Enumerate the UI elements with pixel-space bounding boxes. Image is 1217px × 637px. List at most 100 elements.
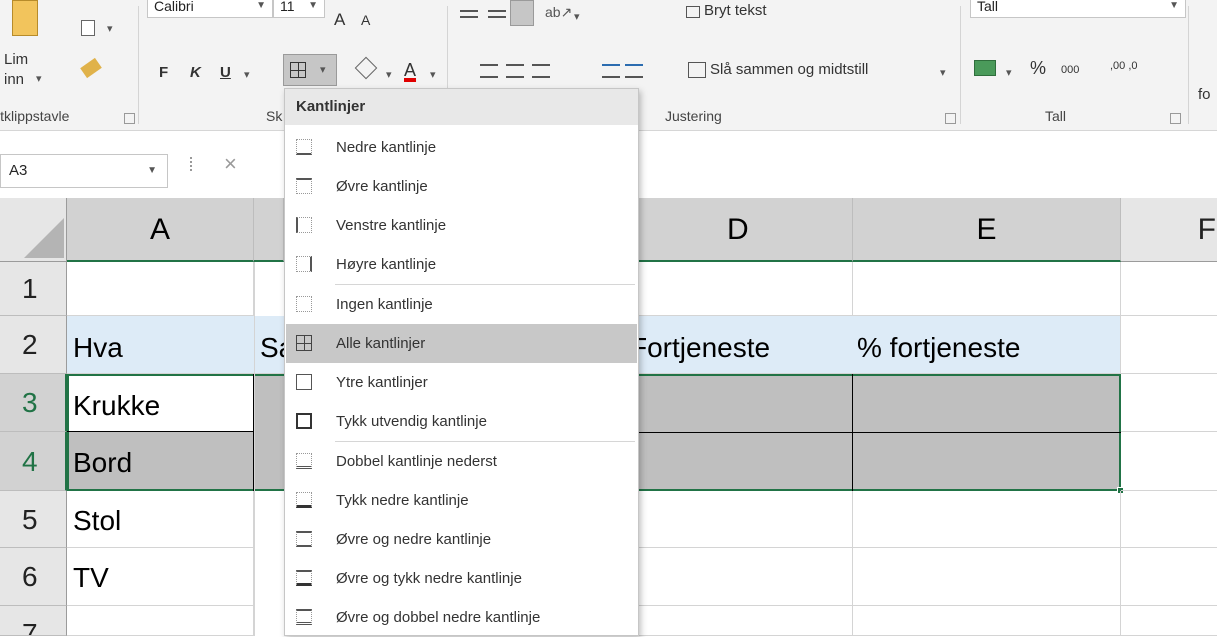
align-center-icon[interactable]: [506, 64, 524, 78]
orientation-dropdown-icon[interactable]: ▾: [574, 10, 580, 23]
menu-item-top-thick-bottom[interactable]: Øvre og tykk nedre kantlinje: [286, 559, 637, 598]
format-painter-icon[interactable]: [80, 57, 102, 79]
clipboard-launcher-icon[interactable]: [124, 113, 135, 124]
cell-d1[interactable]: [639, 262, 853, 316]
cell-e2[interactable]: % fortjeneste: [853, 316, 1121, 374]
column-header-f[interactable]: F: [1121, 198, 1217, 262]
row-header-1[interactable]: 1: [0, 262, 67, 316]
increase-indent-icon[interactable]: [625, 64, 643, 78]
wrap-text-button[interactable]: Bryt tekst: [704, 2, 767, 19]
bold-button[interactable]: F: [159, 64, 168, 81]
row-header-5[interactable]: 5: [0, 491, 67, 548]
top-align-icon[interactable]: [460, 10, 478, 18]
fill-color-icon[interactable]: [354, 56, 378, 80]
cell-e5[interactable]: [853, 491, 1121, 548]
cell-f2[interactable]: [1121, 316, 1217, 374]
cell-f3[interactable]: [1121, 374, 1217, 432]
merge-dropdown-icon[interactable]: ▾: [940, 66, 946, 79]
shrink-font-button[interactable]: A: [361, 12, 370, 28]
row-header-6[interactable]: 6: [0, 548, 67, 606]
bottom-align-icon[interactable]: [510, 0, 534, 26]
column-header-a[interactable]: A: [67, 198, 254, 262]
cell-e6[interactable]: [853, 548, 1121, 606]
cell-d7[interactable]: [639, 606, 853, 636]
all-borders-icon: [296, 335, 312, 351]
alignment-launcher-icon[interactable]: [945, 113, 956, 124]
cell-e1[interactable]: [853, 262, 1121, 316]
cell-d5[interactable]: [639, 491, 853, 548]
cell-d6[interactable]: [639, 548, 853, 606]
row-header-2[interactable]: 2: [0, 316, 67, 374]
font-color-button[interactable]: A: [404, 60, 416, 81]
align-left-icon[interactable]: [480, 64, 498, 78]
menu-item-thick-outside-border[interactable]: Tykk utvendig kantlinje: [286, 402, 637, 441]
align-right-icon[interactable]: [532, 64, 550, 78]
menu-item-label: Alle kantlinjer: [336, 335, 426, 352]
paste-dropdown-icon[interactable]: ▾: [36, 72, 42, 85]
column-header-b[interactable]: [254, 198, 284, 262]
menu-item-bottom-border[interactable]: Nedre kantlinje: [286, 128, 637, 167]
font-size-combo[interactable]: 11 ▼: [273, 0, 325, 18]
cell-f5[interactable]: [1121, 491, 1217, 548]
cell-a1[interactable]: [67, 262, 254, 316]
decrease-indent-icon[interactable]: [602, 64, 620, 78]
menu-item-double-bottom[interactable]: Dobbel kantlinje nederst: [286, 442, 637, 481]
conditional-format-label[interactable]: fo: [1198, 86, 1211, 103]
wrap-text-icon[interactable]: [686, 6, 700, 18]
cell-a5[interactable]: Stol: [67, 491, 254, 548]
decimal-buttons[interactable]: ,00 ,0: [1110, 60, 1138, 72]
thousands-button[interactable]: 000: [1061, 64, 1079, 76]
cell-d2[interactable]: Fortjeneste: [630, 316, 853, 374]
merge-center-icon[interactable]: [688, 62, 706, 78]
row-header-7[interactable]: 7: [0, 606, 67, 636]
cell-a7[interactable]: [67, 606, 254, 636]
row-header-3[interactable]: 3: [0, 374, 67, 432]
menu-item-top-border[interactable]: Øvre kantlinje: [286, 167, 637, 206]
menu-item-left-border[interactable]: Venstre kantlinje: [286, 206, 637, 245]
copy-dropdown-icon[interactable]: ▾: [107, 22, 113, 35]
fill-dropdown-icon[interactable]: ▾: [386, 68, 392, 81]
font-name-combo[interactable]: Calibri ▼: [147, 0, 273, 18]
italic-button[interactable]: K: [190, 64, 201, 81]
no-border-icon: [296, 296, 312, 312]
menu-item-top-bottom[interactable]: Øvre og nedre kantlinje: [286, 520, 637, 559]
menu-item-all-borders[interactable]: Alle kantlinjer: [286, 324, 637, 363]
menu-item-top-double-bottom[interactable]: Øvre og dobbel nedre kantlinje: [286, 598, 637, 637]
column-header-d[interactable]: D: [639, 198, 853, 262]
cell-a3[interactable]: Krukke: [67, 374, 254, 432]
menu-item-right-border[interactable]: Høyre kantlinje: [286, 245, 637, 284]
menu-item-thick-bottom[interactable]: Tykk nedre kantlinje: [286, 481, 637, 520]
percent-button[interactable]: %: [1030, 58, 1046, 79]
underline-dropdown-icon[interactable]: ▾: [244, 68, 250, 81]
middle-align-icon[interactable]: [488, 10, 506, 18]
row-header-4[interactable]: 4: [0, 432, 67, 491]
borders-button[interactable]: ▾: [283, 54, 337, 86]
column-header-e[interactable]: E: [853, 198, 1121, 262]
copy-icon[interactable]: [81, 20, 95, 36]
select-all-corner[interactable]: [0, 198, 67, 262]
cell-b2[interactable]: Sa: [254, 316, 284, 374]
currency-dropdown-icon[interactable]: ▾: [1006, 66, 1012, 79]
menu-item-outside-borders[interactable]: Ytre kantlinjer: [286, 363, 637, 402]
cell-a6[interactable]: TV: [67, 548, 254, 606]
cell-f4[interactable]: [1121, 432, 1217, 491]
underline-button[interactable]: U: [220, 64, 231, 81]
name-box[interactable]: A3 ▼: [0, 154, 168, 188]
cell-e7[interactable]: [853, 606, 1121, 636]
cell-f7[interactable]: [1121, 606, 1217, 636]
cell-a4[interactable]: Bord: [67, 432, 254, 491]
grow-font-button[interactable]: A: [334, 10, 345, 30]
number-launcher-icon[interactable]: [1170, 113, 1181, 124]
cancel-icon[interactable]: ×: [224, 151, 237, 177]
cell-f6[interactable]: [1121, 548, 1217, 606]
paste-icon[interactable]: [12, 0, 38, 36]
font-color-dropdown-icon[interactable]: ▾: [430, 68, 436, 81]
cell-f1[interactable]: [1121, 262, 1217, 316]
menu-item-no-border[interactable]: Ingen kantlinje: [286, 285, 637, 324]
cell-a2[interactable]: Hva: [67, 316, 254, 374]
number-format-combo[interactable]: Tall ▼: [970, 0, 1186, 18]
currency-icon[interactable]: [974, 60, 996, 76]
orientation-icon[interactable]: ab↗: [545, 4, 572, 21]
all-borders-icon: [290, 62, 306, 78]
merge-center-button[interactable]: Slå sammen og midtstill: [710, 61, 868, 78]
